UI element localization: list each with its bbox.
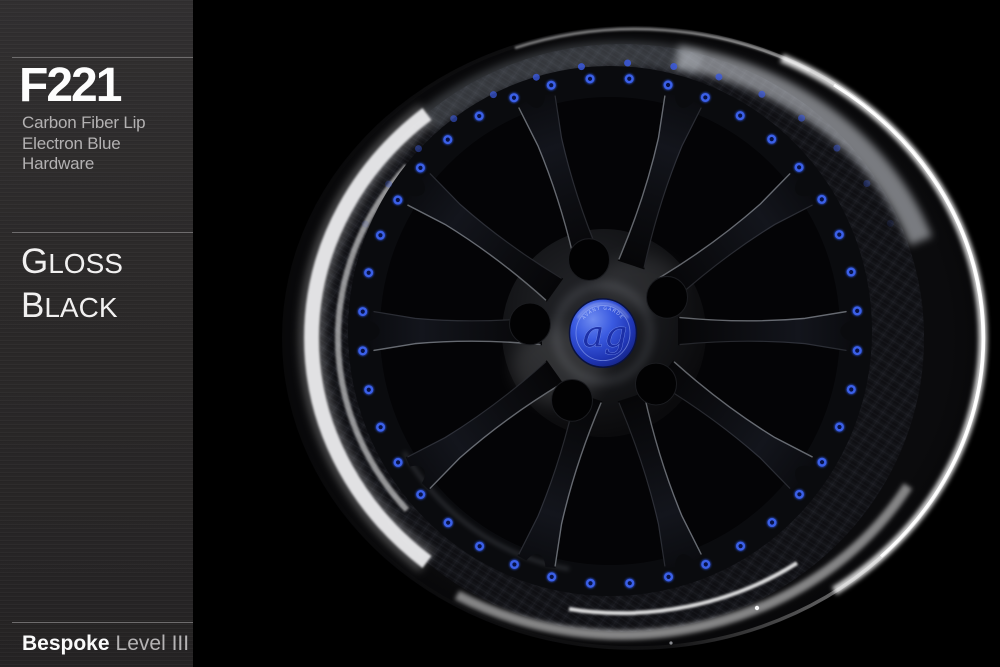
bespoke-level: Bespoke Level III	[22, 632, 189, 656]
finish-word-2: BLACK	[21, 286, 118, 326]
center-cap: AVANT GARDE ag	[570, 299, 637, 367]
bespoke-label: Bespoke	[22, 632, 110, 655]
wheel-image: AVANT GARDE ag	[0, 0, 1000, 667]
finish-word-1: GLOSS	[21, 242, 123, 282]
finish-word2-rest: LACK	[44, 292, 117, 323]
finish-word2-initial: B	[21, 286, 44, 325]
model-subtitle-line2: Electron Blue Hardware	[22, 134, 193, 175]
product-screenshot: F221 Carbon Fiber Lip Electron Blue Hard…	[0, 0, 1000, 667]
reflection-speck	[755, 606, 759, 610]
cap-logo-text: ag	[583, 312, 628, 355]
model-subtitle: Carbon Fiber Lip Electron Blue Hardware	[22, 113, 193, 175]
finish-word1-rest: LOSS	[48, 248, 123, 279]
wheel-svg: AVANT GARDE ag	[0, 0, 1000, 667]
finish-word1-initial: G	[21, 242, 48, 281]
divider-middle	[12, 232, 193, 233]
model-subtitle-line1: Carbon Fiber Lip	[22, 113, 193, 134]
level-label: Level III	[116, 632, 190, 655]
divider-bottom	[12, 622, 193, 623]
divider-top	[12, 57, 193, 58]
model-name: F221	[19, 62, 120, 110]
reflection-speck-2	[669, 641, 672, 644]
